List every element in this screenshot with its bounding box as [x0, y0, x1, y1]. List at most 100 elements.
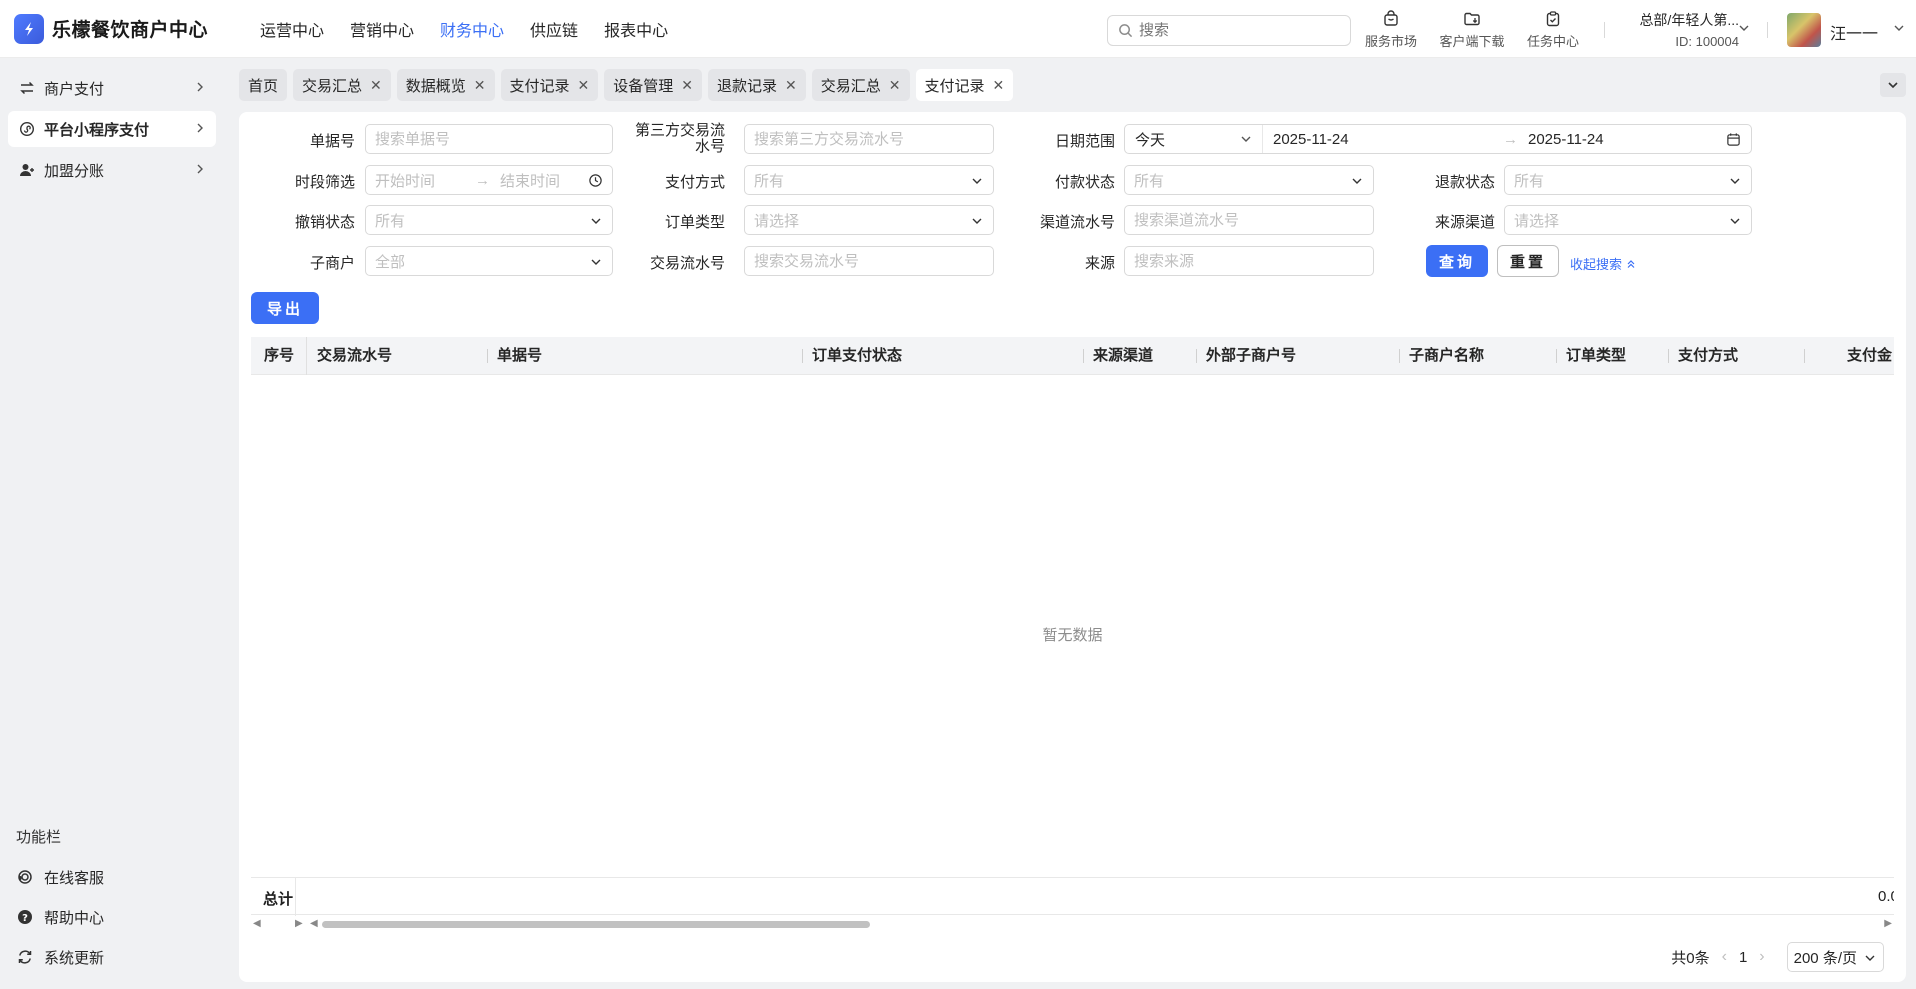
sidebar-item-mini-program-pay[interactable]: 平台小程序支付	[8, 111, 216, 147]
close-icon[interactable]: ✕	[578, 77, 590, 94]
page-size-select[interactable]: 200 条/页	[1786, 942, 1884, 972]
task-center-button[interactable]: 任务中心	[1518, 10, 1588, 50]
tab-payment-records[interactable]: 支付记录 ✕	[500, 69, 599, 101]
nav-item-operations[interactable]: 运营中心	[260, 17, 324, 41]
global-search[interactable]	[1107, 15, 1351, 46]
online-support-link[interactable]: 在线客服	[16, 863, 104, 891]
third-party-no-field[interactable]	[744, 124, 994, 154]
tab-label: 支付记录	[509, 77, 570, 95]
order-no-field[interactable]	[365, 124, 613, 154]
range-arrow-icon: →	[1503, 130, 1518, 148]
collapse-search-link[interactable]: 收起搜索	[1570, 254, 1636, 273]
prev-page-icon[interactable]: ‹	[1722, 948, 1727, 966]
refund-status-select[interactable]: 所有	[1504, 165, 1752, 195]
column-header-order-no[interactable]: 单据号	[497, 337, 542, 375]
channel-no-label: 渠道流水号	[1039, 214, 1115, 231]
cancel-status-select[interactable]: 所有	[365, 205, 613, 235]
tabs-dropdown-button[interactable]	[1880, 73, 1906, 97]
nav-item-reports[interactable]: 报表中心	[604, 17, 668, 41]
tab-home[interactable]: 首页	[239, 69, 288, 101]
close-icon[interactable]: ✕	[681, 77, 693, 94]
sub-merchant-select[interactable]: 全部	[365, 246, 613, 276]
column-divider	[1083, 349, 1084, 363]
trade-no-input[interactable]	[754, 252, 993, 270]
avatar[interactable]	[1787, 13, 1821, 47]
column-header-external-sub-merchant[interactable]: 外部子商户号	[1206, 337, 1296, 375]
third-party-no-input[interactable]	[754, 130, 993, 148]
trade-no-field[interactable]	[744, 246, 994, 276]
tab-transaction-summary[interactable]: 交易汇总 ✕	[293, 69, 391, 101]
calendar-icon[interactable]	[1726, 132, 1741, 147]
sidebar-item-franchise-split[interactable]: 加盟分账	[8, 152, 216, 188]
close-icon[interactable]: ✕	[785, 77, 797, 94]
order-type-value: 请选择	[754, 212, 800, 230]
app-logo[interactable]: 乐檬餐饮商户中心	[14, 13, 234, 44]
date-preset-select[interactable]: 今天	[1125, 125, 1263, 153]
table-horizontal-scrollbar[interactable]: ◀ ▶ ◀ ▶	[251, 917, 1894, 931]
system-update-label: 系统更新	[44, 949, 105, 967]
tab-payment-records-active[interactable]: 支付记录 ✕	[915, 69, 1014, 101]
time-range-field[interactable]: 开始时间 → 结束时间	[365, 165, 613, 195]
nav-item-finance[interactable]: 财务中心	[440, 17, 504, 41]
source-field[interactable]	[1124, 246, 1374, 276]
pay-status-select[interactable]: 所有	[1124, 165, 1374, 195]
third-party-no-label-line2: 水号	[694, 138, 725, 155]
column-divider	[1556, 349, 1557, 363]
next-page-icon[interactable]: ›	[1759, 948, 1764, 966]
source-input[interactable]	[1134, 252, 1373, 270]
time-start-placeholder[interactable]: 开始时间	[375, 170, 475, 191]
chevron-down-icon	[591, 218, 601, 224]
sidebar-item-merchant-pay[interactable]: 商户支付	[8, 70, 216, 106]
scroll-right-arrow-icon[interactable]: ▶	[1884, 918, 1892, 929]
export-button[interactable]: 导出	[251, 292, 319, 324]
reset-button[interactable]: 重置	[1497, 245, 1559, 277]
column-header-order-type[interactable]: 订单类型	[1566, 337, 1626, 375]
column-header-pay-status[interactable]: 订单支付状态	[812, 337, 902, 375]
chevron-down-icon	[591, 259, 601, 265]
time-end-placeholder[interactable]: 结束时间	[500, 170, 560, 191]
close-icon[interactable]: ✕	[993, 77, 1005, 94]
nav-item-marketing[interactable]: 营销中心	[350, 17, 414, 41]
tab-device-management[interactable]: 设备管理 ✕	[604, 69, 703, 101]
tab-transaction-summary-2[interactable]: 交易汇总 ✕	[811, 69, 910, 101]
date-start-value[interactable]: 2025-11-24	[1273, 131, 1493, 148]
order-no-input[interactable]	[375, 130, 612, 148]
service-market-button[interactable]: 服务市场	[1356, 10, 1426, 50]
query-button[interactable]: 查询	[1426, 245, 1488, 277]
chevron-down-icon[interactable]	[1738, 22, 1750, 34]
column-header-pay-method[interactable]: 支付方式	[1678, 337, 1738, 375]
close-icon[interactable]: ✕	[370, 77, 382, 94]
column-header-trade-no[interactable]: 交易流水号	[317, 337, 392, 375]
org-switcher[interactable]: 总部/年轻人第... ID: 100004	[1619, 10, 1739, 49]
current-page[interactable]: 1	[1739, 949, 1747, 966]
date-end-value[interactable]: 2025-11-24	[1528, 131, 1604, 148]
column-header-source-channel[interactable]: 来源渠道	[1093, 337, 1153, 375]
scroll-left-arrow-icon[interactable]: ◀	[310, 918, 318, 929]
source-channel-select[interactable]: 请选择	[1504, 205, 1752, 235]
search-input[interactable]	[1139, 22, 1329, 39]
close-icon[interactable]: ✕	[474, 77, 486, 94]
order-type-select[interactable]: 请选择	[744, 205, 994, 235]
pay-method-select[interactable]: 所有	[744, 165, 994, 195]
system-update-link[interactable]: 系统更新	[16, 943, 104, 971]
table-header: 序号 交易流水号 单据号 订单支付状态 来源渠道 外部子商户号 子商户名称 订单…	[251, 337, 1894, 375]
help-center-link[interactable]: ? 帮助中心	[16, 903, 104, 931]
tab-data-overview[interactable]: 数据概览 ✕	[396, 69, 495, 101]
column-divider	[1196, 349, 1197, 363]
cancel-status-value: 所有	[375, 212, 406, 230]
channel-no-field[interactable]	[1124, 205, 1374, 235]
column-header-sub-merchant-name[interactable]: 子商户名称	[1409, 337, 1484, 375]
scroll-right-arrow-icon[interactable]: ▶	[295, 918, 303, 929]
channel-no-input[interactable]	[1134, 211, 1373, 229]
tab-refund-records[interactable]: 退款记录 ✕	[708, 69, 806, 101]
close-icon[interactable]: ✕	[889, 77, 901, 94]
client-download-button[interactable]: 客户端下载	[1437, 10, 1507, 50]
user-name[interactable]: 汪一一	[1830, 20, 1878, 44]
scroll-left-arrow-icon[interactable]: ◀	[253, 918, 261, 929]
chevron-down-icon[interactable]	[1893, 22, 1905, 34]
date-range-field[interactable]: 今天 2025-11-24 → 2025-11-24	[1124, 124, 1752, 154]
scrollbar-thumb[interactable]	[322, 921, 870, 928]
pay-method-label: 支付方式	[664, 174, 725, 191]
nav-item-supply-chain[interactable]: 供应链	[530, 17, 578, 41]
column-header-pay-amount[interactable]: 支付金	[1847, 337, 1894, 375]
